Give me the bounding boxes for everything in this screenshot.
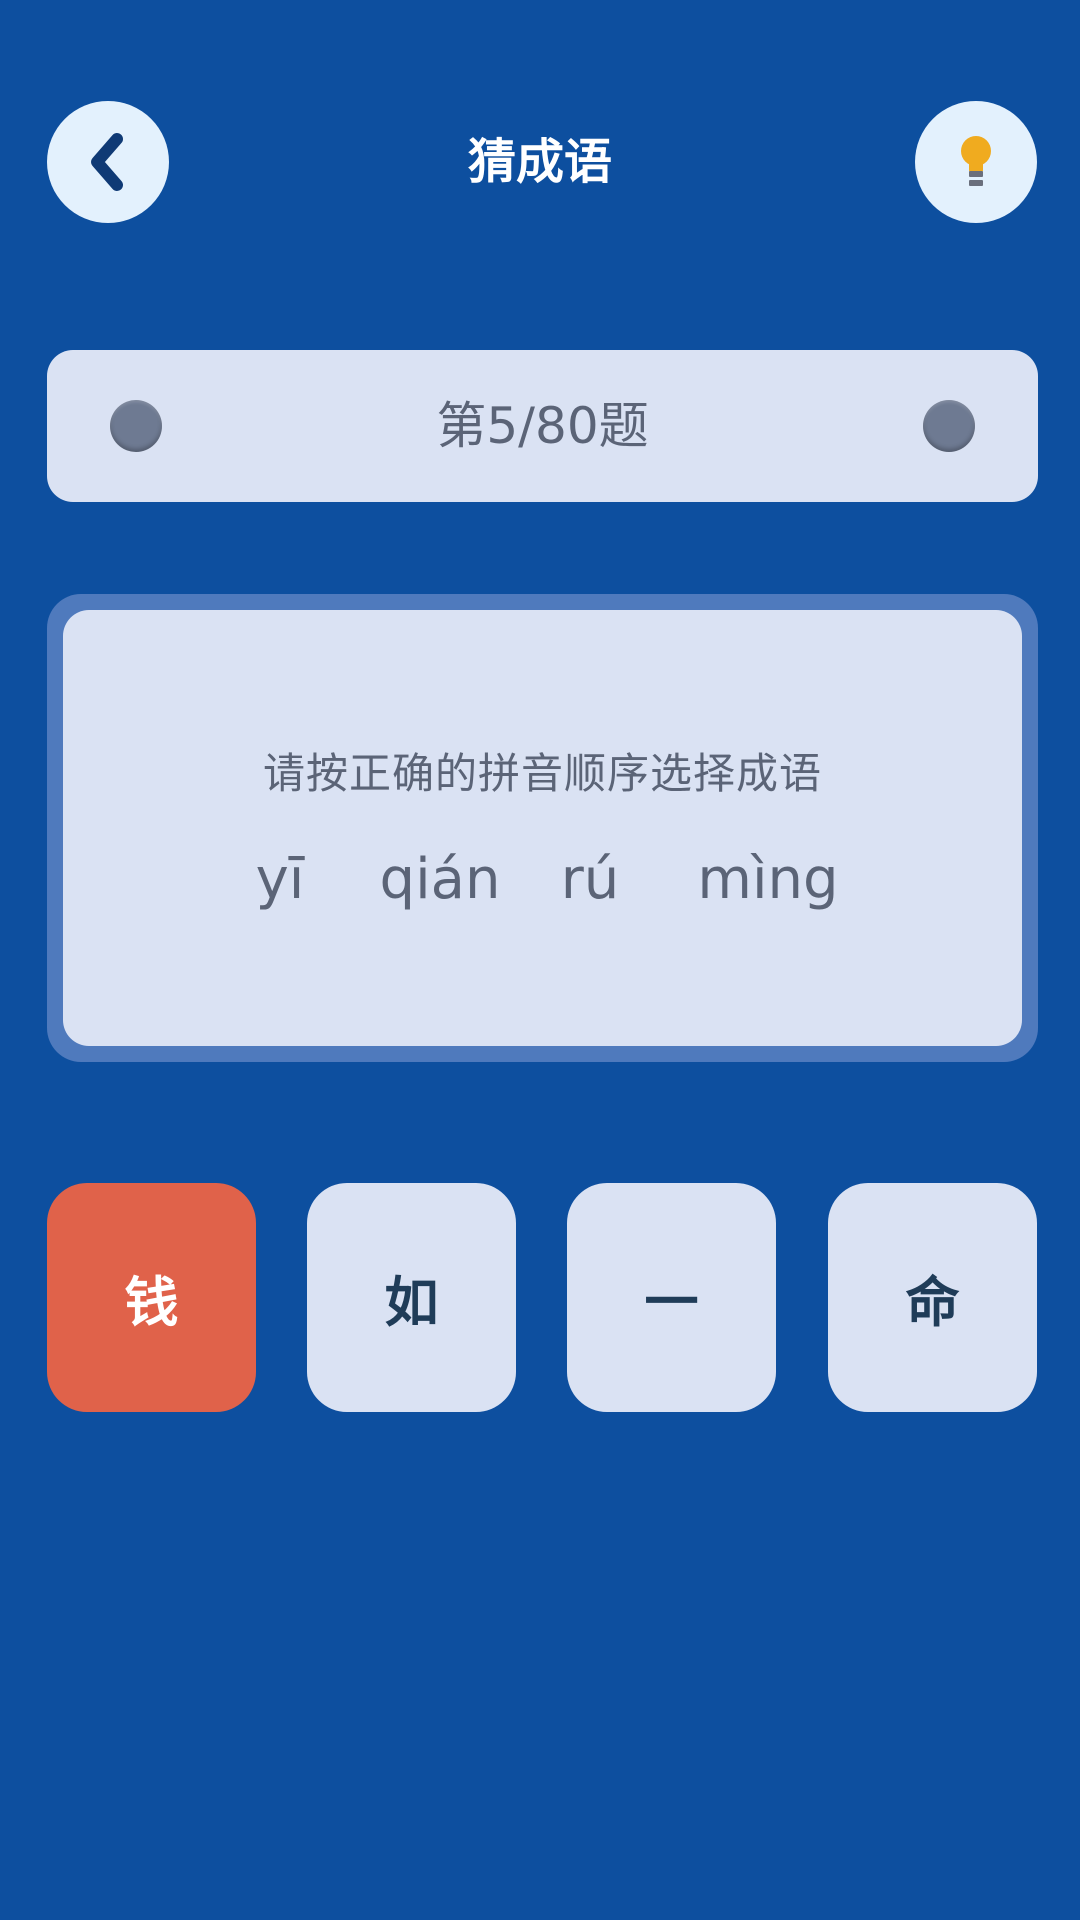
pinyin-syllable: mìng: [697, 847, 839, 912]
question-instruction: 请按正确的拼音顺序选择成语: [262, 749, 822, 798]
question-card: 请按正确的拼音顺序选择成语 yī qián rú mìng: [47, 594, 1038, 1062]
lightbulb-icon: [961, 136, 991, 186]
pinyin-syllable: rú: [560, 847, 620, 912]
pinyin-syllable: yī: [255, 847, 305, 912]
question-progress-bar: 第5/80题: [47, 350, 1038, 502]
answer-option-ming[interactable]: 命: [828, 1183, 1037, 1412]
pinyin-syllable: qián: [379, 847, 501, 912]
answer-option-ru[interactable]: 如: [307, 1183, 516, 1412]
answer-option-qian[interactable]: 钱: [47, 1183, 256, 1412]
chevron-left-icon: [91, 133, 123, 191]
decorative-dot-left: [110, 400, 162, 452]
answer-option-yi[interactable]: 一: [567, 1183, 776, 1412]
question-counter: 第5/80题: [436, 397, 649, 455]
back-button[interactable]: [47, 101, 169, 223]
question-card-inner: 请按正确的拼音顺序选择成语 yī qián rú mìng: [63, 610, 1022, 1046]
page-title: 猜成语: [467, 134, 612, 190]
hint-button[interactable]: [915, 101, 1037, 223]
decorative-dot-right: [923, 400, 975, 452]
